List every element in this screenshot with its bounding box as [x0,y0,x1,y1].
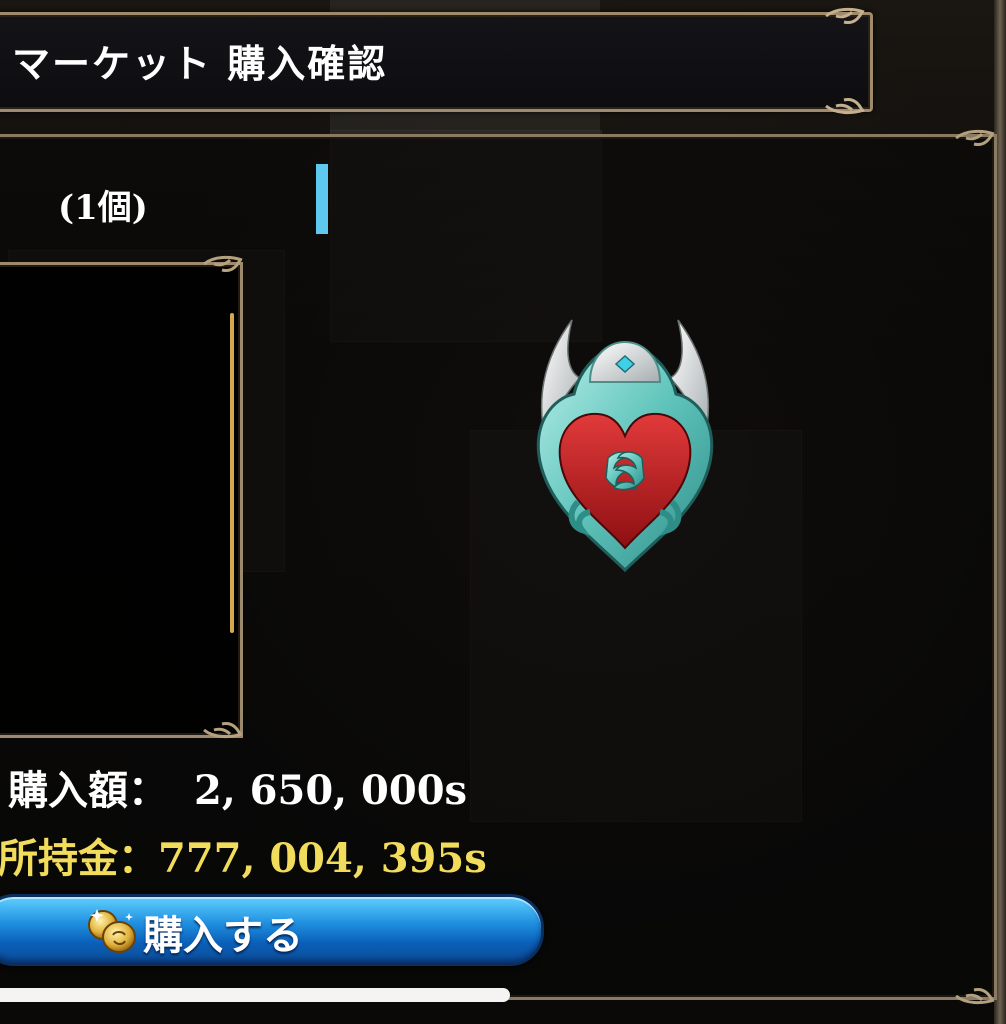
ornament-icon [825,98,865,115]
buy-button[interactable]: 購入する [0,894,544,966]
title-bar: マーケット 購入確認 [0,12,873,112]
coin-icon [88,909,136,953]
buy-button-label: 購入する [143,913,303,959]
preview-scrollbar[interactable] [230,313,234,633]
ornament-icon [203,255,243,272]
owned-money-label: 所持金： [0,835,158,882]
purchase-price-value: 2, 650, 000s [194,767,468,814]
ornament-icon [203,722,243,739]
item-quantity: (1個) [58,188,148,228]
purchase-price-row: 購入額： 2, 650, 000s [8,758,467,816]
purchase-confirm-screen: マーケット 購入確認 (1個) 購入額： 2, 650, 000s 所持金：77… [0,0,1006,1024]
owned-money-row: 所持金：777, 004, 395s [0,826,487,884]
owned-money-value: 777, 004, 395s [158,835,487,882]
selection-marker [316,164,328,234]
scroll-progress-bar[interactable] [0,988,510,1002]
purchase-price-label: 購入額： [8,767,168,814]
heart-shield-icon [536,319,714,573]
ornament-icon [955,129,995,146]
ornament-icon [825,7,865,24]
page-title: マーケット 購入確認 [12,42,388,86]
item-preview-frame[interactable] [0,262,243,738]
